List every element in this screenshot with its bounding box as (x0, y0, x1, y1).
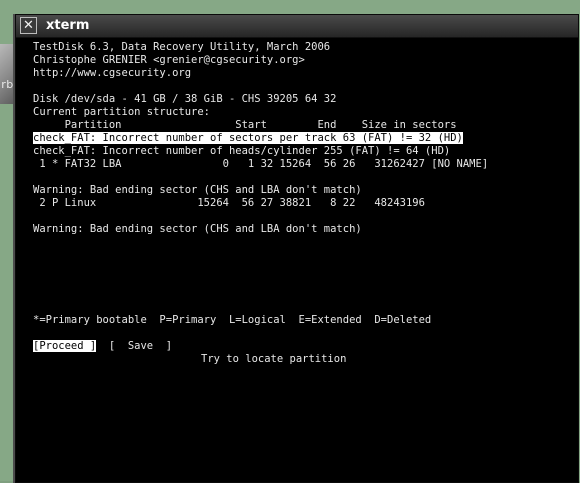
warning-line-1: Warning: Bad ending sector (CHS and LBA … (33, 184, 362, 196)
action-bar: [Proceed ] [ Save ] (33, 340, 172, 353)
legend: *=Primary bootable P=Primary L=Logical E… (33, 314, 432, 326)
header-line-1: TestDisk 6.3, Data Recovery Utility, Mar… (33, 41, 331, 53)
header-line-3: http://www.cgsecurity.org (33, 67, 192, 79)
structure-title: Current partition structure: (33, 106, 211, 118)
save-button[interactable]: [ Save ] (109, 340, 172, 352)
partition-row-1[interactable]: 1 * FAT32 LBA 0 1 32 15264 56 26 3126242… (33, 158, 488, 171)
proceed-button[interactable]: [Proceed ] (33, 340, 97, 352)
header-line-2: Christophe GRENIER <grenier@cgsecurity.o… (33, 54, 305, 66)
disk-info: Disk /dev/sda - 41 GB / 38 GiB - CHS 392… (33, 93, 337, 105)
partition-row-2[interactable]: 2 P Linux 15264 56 27 38821 8 22 4824319… (33, 197, 425, 210)
terminal-area[interactable]: TestDisk 6.3, Data Recovery Utility, Mar… (16, 38, 578, 482)
window-title: xterm (46, 18, 90, 33)
close-icon[interactable]: ✕ (20, 17, 37, 34)
window-titlebar[interactable]: ✕ xterm (16, 15, 578, 38)
desktop-icon-label: arb (0, 78, 14, 91)
column-header: Partition Start End Size in sectors (33, 119, 457, 131)
xterm-window: ✕ xterm TestDisk 6.3, Data Recovery Util… (15, 14, 579, 483)
selected-warning[interactable]: check_FAT: Incorrect number of sectors p… (33, 132, 463, 144)
warning-line-2: Warning: Bad ending sector (CHS and LBA … (33, 223, 362, 235)
warning-heads: check_FAT: Incorrect number of heads/cyl… (33, 145, 451, 157)
hint-text: Try to locate partition (201, 353, 347, 365)
selected-row[interactable]: check_FAT: Incorrect number of sectors p… (33, 132, 463, 145)
action-spacer (96, 340, 109, 352)
